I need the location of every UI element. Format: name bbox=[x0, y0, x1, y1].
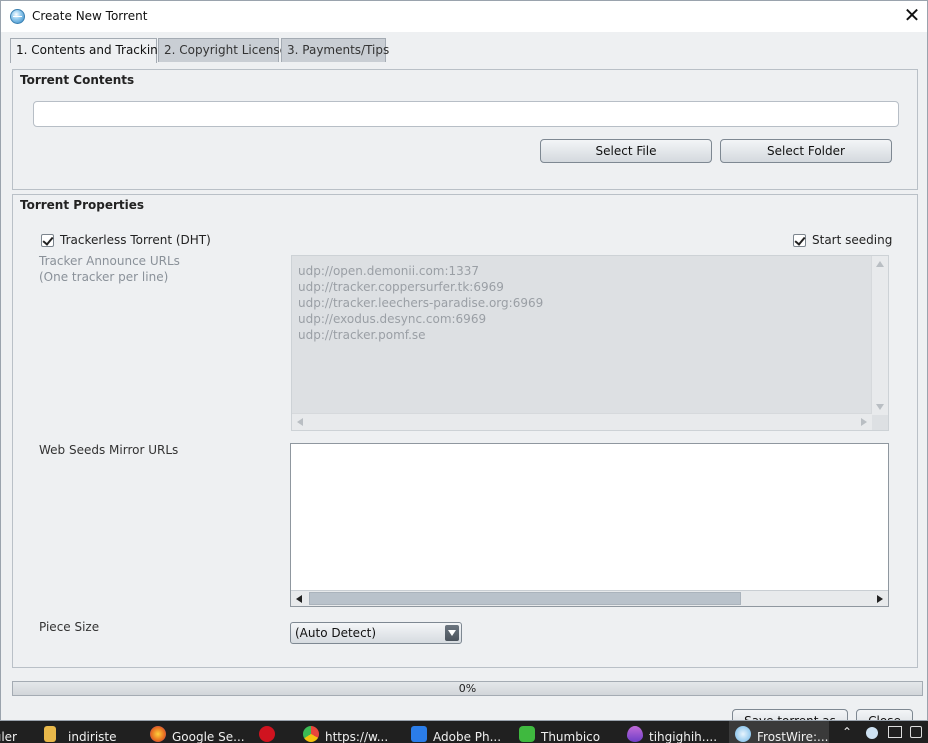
photoshop-icon bbox=[411, 726, 427, 742]
taskbar-item-label: ıler bbox=[0, 730, 17, 743]
taskbar-item-active[interactable]: FrostWire:... bbox=[729, 721, 829, 743]
scroll-up-icon[interactable] bbox=[876, 261, 884, 267]
taskbar-item[interactable]: https://w... bbox=[303, 721, 388, 743]
scroll-right-icon[interactable] bbox=[877, 595, 883, 603]
start-seeding-checkbox[interactable] bbox=[793, 233, 806, 247]
taskbar: ıler indiriste Google Se... https://w...… bbox=[0, 721, 928, 743]
tracker-url: udp://tracker.pomf.se bbox=[298, 328, 426, 342]
start-seeding-label: Start seeding bbox=[812, 233, 893, 247]
select-folder-button[interactable]: Select Folder bbox=[720, 139, 892, 163]
close-window-button[interactable]: ✕ bbox=[897, 1, 927, 32]
folder-icon bbox=[44, 726, 56, 742]
trackerless-checkbox[interactable] bbox=[41, 233, 54, 247]
web-seeds-horizontal-scrollbar[interactable] bbox=[291, 590, 888, 606]
taskbar-item-label: tihgighih.... bbox=[649, 730, 718, 743]
start-seeding-checkbox-row[interactable]: Start seeding bbox=[793, 233, 892, 247]
firefox-icon bbox=[150, 726, 166, 742]
torrent-path-input[interactable] bbox=[33, 101, 899, 127]
frostwire-icon bbox=[10, 9, 25, 24]
chevron-down-icon[interactable] bbox=[445, 625, 459, 641]
tracker-url: udp://tracker.coppersurfer.tk:6969 bbox=[298, 280, 504, 294]
tracker-url: udp://tracker.leechers-paradise.org:6969 bbox=[298, 296, 544, 310]
chrome-icon bbox=[303, 726, 319, 742]
tracker-vertical-scrollbar[interactable] bbox=[871, 256, 888, 415]
piece-size-value: (Auto Detect) bbox=[295, 626, 377, 640]
torrent-contents-title: Torrent Contents bbox=[20, 73, 135, 87]
taskbar-item[interactable]: tihgighih.... bbox=[627, 721, 717, 743]
taskbar-item[interactable]: Thumbico bbox=[519, 721, 600, 743]
scroll-right-icon[interactable] bbox=[861, 418, 867, 426]
title-bar[interactable]: Create New Torrent ✕ bbox=[1, 1, 927, 32]
tracker-urls-textarea[interactable]: udp://open.demonii.com:1337 udp://tracke… bbox=[291, 255, 889, 431]
tray-display-icon[interactable] bbox=[888, 726, 902, 738]
taskbar-item[interactable]: Google Se... bbox=[150, 721, 245, 743]
frostwire-icon bbox=[735, 726, 751, 742]
taskbar-item-label: Google Se... bbox=[172, 730, 245, 743]
tracker-horizontal-scrollbar[interactable] bbox=[292, 413, 872, 430]
scroll-left-icon[interactable] bbox=[297, 418, 303, 426]
tab-payments-tips[interactable]: 3. Payments/Tips bbox=[281, 38, 389, 62]
taskbar-item-label: https://w... bbox=[325, 730, 389, 743]
window-title: Create New Torrent bbox=[32, 9, 148, 23]
piece-size-label: Piece Size bbox=[39, 620, 100, 634]
progress-text: 0% bbox=[458, 682, 477, 695]
web-seeds-label: Web Seeds Mirror URLs bbox=[39, 443, 179, 457]
tray-app-icon[interactable] bbox=[866, 727, 878, 739]
thumbico-icon bbox=[519, 726, 535, 742]
taskbar-item-label: indiriste bbox=[68, 730, 117, 743]
taskbar-item-label: FrostWire:... bbox=[757, 730, 829, 743]
close-button[interactable]: Close bbox=[856, 709, 913, 720]
piece-size-select[interactable]: (Auto Detect) bbox=[290, 622, 462, 644]
taskbar-item[interactable]: ıler bbox=[0, 721, 17, 743]
torrent-properties-title: Torrent Properties bbox=[20, 198, 145, 212]
scroll-down-icon[interactable] bbox=[876, 404, 884, 410]
drop-icon bbox=[627, 726, 643, 742]
tracker-announce-label: Tracker Announce URLs (One tracker per l… bbox=[39, 253, 180, 285]
taskbar-item[interactable]: Adobe Ph... bbox=[411, 721, 501, 743]
scroll-left-icon[interactable] bbox=[296, 595, 302, 603]
taskbar-item[interactable] bbox=[259, 721, 275, 743]
progress-bar: 0% bbox=[12, 681, 923, 696]
trackerless-label: Trackerless Torrent (DHT) bbox=[60, 233, 211, 247]
tracker-url: udp://exodus.desync.com:6969 bbox=[298, 312, 487, 326]
select-file-button[interactable]: Select File bbox=[540, 139, 712, 163]
taskbar-item[interactable]: indiriste bbox=[44, 721, 117, 743]
taskbar-item-label: Thumbico bbox=[541, 730, 601, 743]
torrent-contents-panel: Torrent Contents Select File Select Fold… bbox=[12, 69, 918, 190]
tab-copyright-license[interactable]: 2. Copyright License bbox=[158, 38, 287, 62]
web-seeds-textarea[interactable] bbox=[290, 443, 889, 607]
torrent-properties-panel: Torrent Properties Trackerless Torrent (… bbox=[12, 194, 918, 668]
tracker-announce-label-line2: (One tracker per line) bbox=[39, 270, 169, 284]
save-torrent-button[interactable]: Save torrent as bbox=[732, 709, 848, 720]
tracker-announce-label-line1: Tracker Announce URLs bbox=[39, 254, 180, 268]
tracker-list: udp://open.demonii.com:1337 udp://tracke… bbox=[298, 263, 543, 343]
trackerless-checkbox-row[interactable]: Trackerless Torrent (DHT) bbox=[41, 233, 211, 247]
create-torrent-window: Create New Torrent ✕ 1. Contents and Tra… bbox=[0, 0, 928, 721]
tracker-url: udp://open.demonii.com:1337 bbox=[298, 264, 480, 278]
tray-volume-icon[interactable] bbox=[910, 726, 922, 738]
tab-contents-and-tracking[interactable]: 1. Contents and Tracking bbox=[10, 38, 165, 63]
opera-icon bbox=[259, 726, 275, 742]
scrollbar-thumb[interactable] bbox=[309, 592, 741, 605]
tray-chevron-up-icon[interactable]: ⌃ bbox=[842, 725, 852, 739]
taskbar-item-label: Adobe Ph... bbox=[433, 730, 502, 743]
